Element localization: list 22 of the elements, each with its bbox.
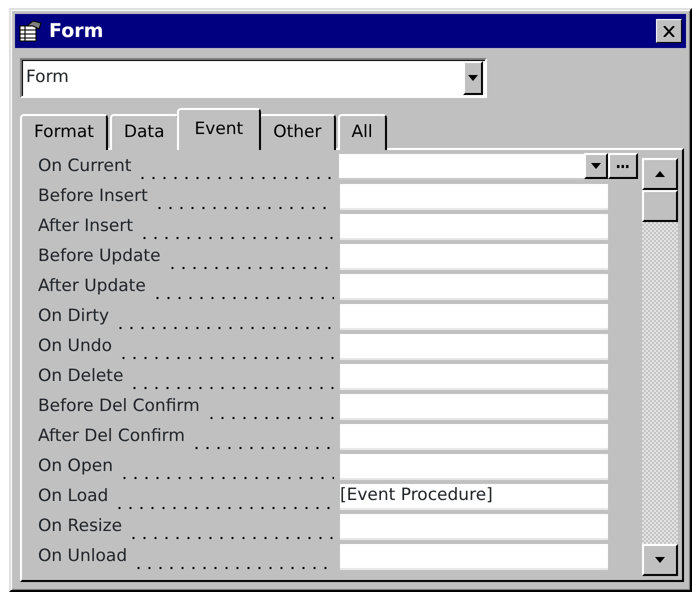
object-dropdown[interactable]: Form: [20, 58, 487, 98]
property-label: On Undo: [38, 335, 112, 358]
property-field[interactable]: [Event Procedure]: [340, 484, 608, 510]
property-label: On Open: [38, 455, 113, 478]
property-label: After Del Confirm: [38, 425, 185, 448]
tab[interactable]: Event: [176, 108, 262, 150]
window-title: Form: [49, 18, 104, 44]
property-label: Before Update: [38, 245, 161, 268]
property-label: On Dirty: [38, 305, 110, 328]
property-label: On Unload: [38, 545, 128, 568]
property-label: On Load: [38, 485, 108, 508]
tab[interactable]: Format: [20, 114, 108, 150]
tab[interactable]: Data: [110, 114, 179, 150]
property-label: On Delete: [38, 365, 124, 388]
property-label: After Update: [38, 275, 146, 298]
property-label: After Insert: [38, 215, 133, 238]
property-label: On Resize: [38, 515, 122, 538]
tab[interactable]: Other: [259, 114, 336, 150]
tab[interactable]: All: [338, 114, 387, 150]
property-label: On Current: [38, 155, 132, 178]
property-label: Before Del Confirm: [38, 395, 200, 418]
property-label: Before Insert: [38, 185, 148, 208]
